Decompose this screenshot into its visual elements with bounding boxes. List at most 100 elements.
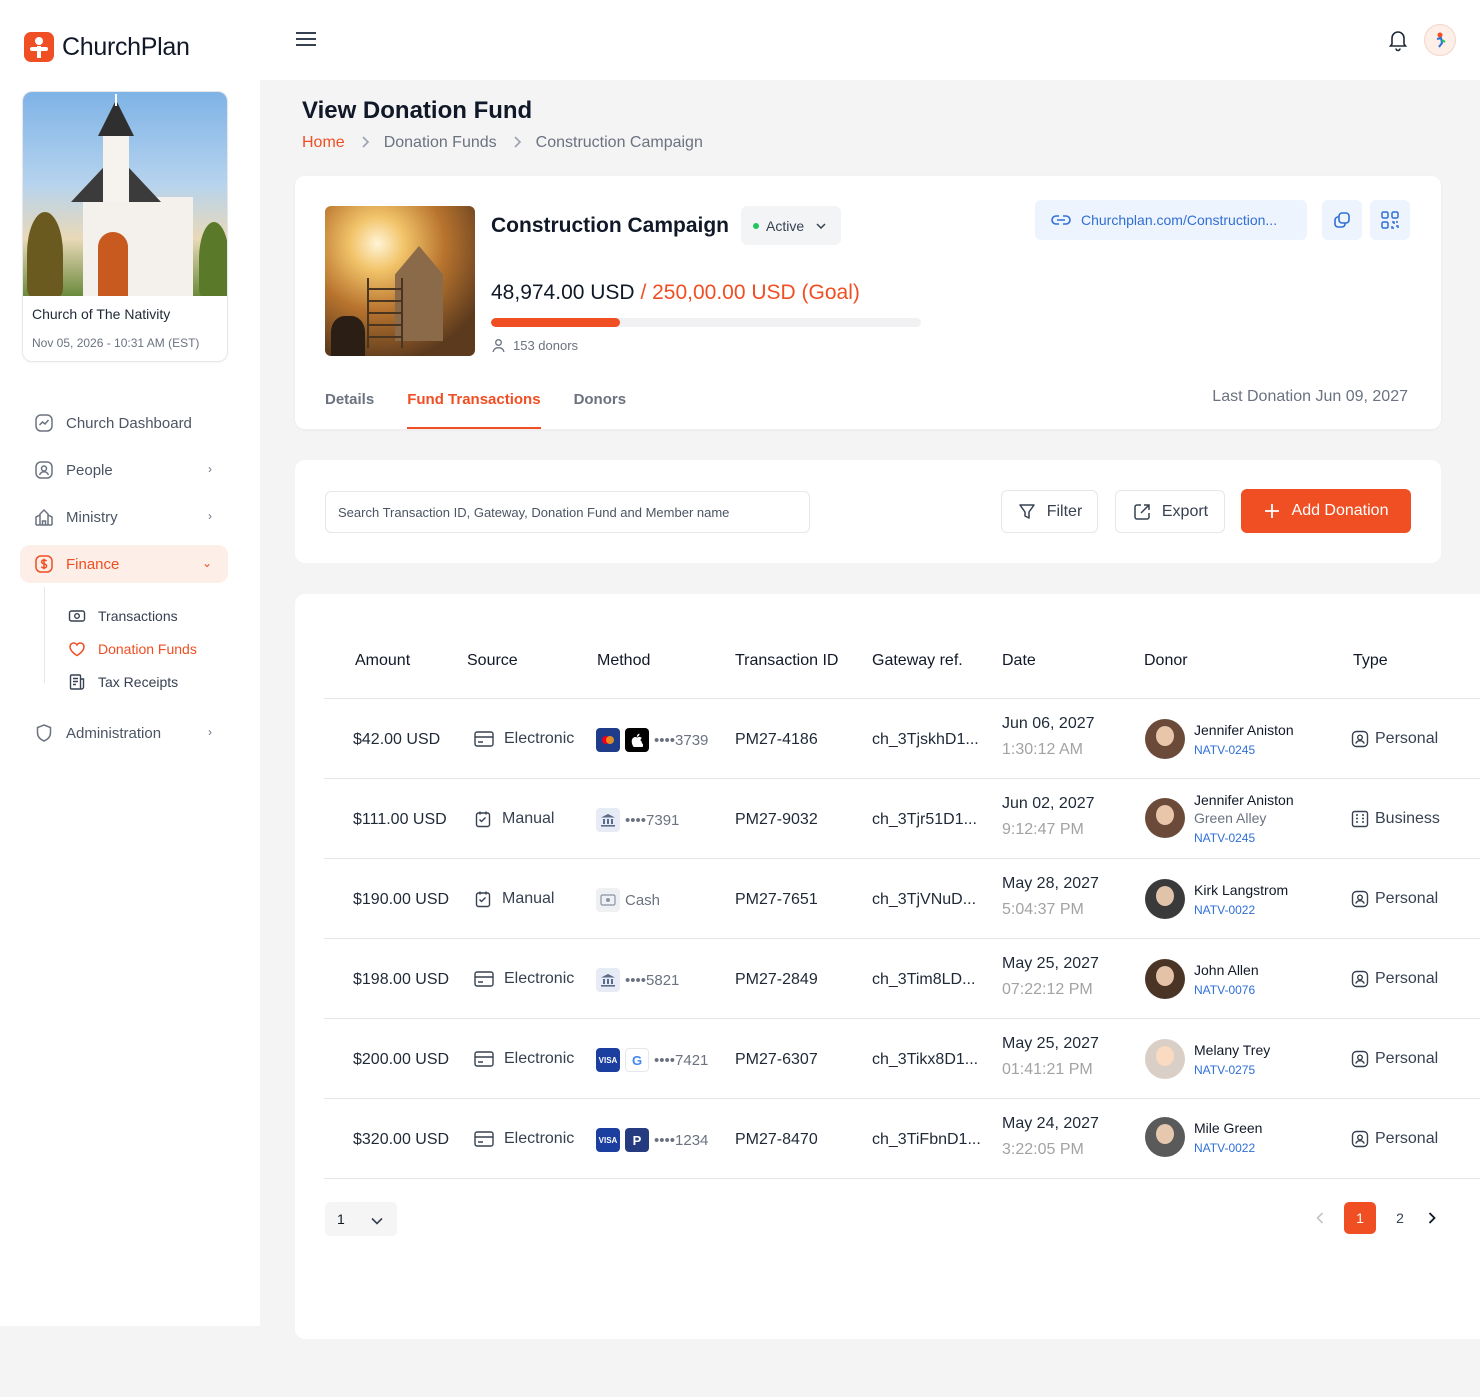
fund-name: Construction Campaign: [491, 214, 730, 237]
bell-icon[interactable]: [1385, 27, 1411, 53]
clipboard-icon: [475, 811, 491, 828]
tab-details[interactable]: Details: [325, 378, 374, 429]
sidebar-nav: Church Dashboard People › Ministry › Fin…: [20, 404, 228, 761]
breadcrumb: Home Donation Funds Construction Campaig…: [302, 134, 703, 152]
sidebar-item-label: Finance: [66, 555, 120, 573]
cell-date: May 24, 2027 3:22:05 PM: [1002, 1115, 1099, 1159]
sidebar-subitem-transactions[interactable]: Transactions: [68, 599, 228, 632]
cell-date: Jun 06, 2027 1:30:12 AM: [1002, 715, 1095, 759]
donor-id[interactable]: NATV-0022: [1194, 903, 1288, 917]
amount-goal: / 250,00.00 USD (Goal): [640, 281, 860, 304]
sidebar-item-people[interactable]: People ›: [20, 451, 228, 489]
bank-icon: [596, 808, 620, 832]
credit-card-icon: [474, 1051, 494, 1067]
column-header-transaction-id[interactable]: Transaction ID: [735, 652, 838, 670]
time-label: 5:04:37 PM: [1002, 901, 1084, 918]
status-dropdown[interactable]: Active: [741, 206, 841, 245]
rows-per-page-select[interactable]: 1: [325, 1202, 397, 1236]
sidebar-subitem-tax-receipts[interactable]: Tax Receipts: [68, 665, 228, 698]
column-header-type[interactable]: Type: [1353, 652, 1388, 670]
sidebar-subitem-label: Tax Receipts: [98, 673, 179, 690]
cell-donor[interactable]: Mile Green NATV-0022: [1145, 1117, 1262, 1157]
table-row[interactable]: $42.00 USD Electronic ••••3739 PM27-4186…: [324, 699, 1480, 779]
previous-page-button[interactable]: [1304, 1202, 1336, 1234]
donor-id[interactable]: NATV-0076: [1194, 983, 1259, 997]
chevron-right-icon: ›: [208, 509, 212, 523]
pagination: 1 2: [1304, 1202, 1440, 1234]
filter-label: Filter: [1046, 502, 1083, 520]
chevron-down-icon: ⌄: [201, 556, 212, 570]
cell-method: Cash: [596, 888, 660, 912]
table-row[interactable]: $200.00 USD Electronic VISA G ••••7421 P…: [324, 1019, 1480, 1099]
cell-donor[interactable]: John Allen NATV-0076: [1145, 959, 1259, 999]
sidebar-subitem-label: Donation Funds: [98, 640, 197, 657]
cell-donor[interactable]: Jennifer Aniston Green Alley NATV-0245: [1145, 791, 1294, 845]
donor-id[interactable]: NATV-0245: [1194, 743, 1294, 757]
table-row[interactable]: $190.00 USD Manual Cash PM27-7651 ch_3Tj…: [324, 859, 1480, 939]
cell-source: Manual: [474, 810, 554, 828]
table-row[interactable]: $111.00 USD Manual ••••7391 PM27-9032 ch…: [324, 779, 1480, 859]
cell-donor[interactable]: Kirk Langstrom NATV-0022: [1145, 879, 1288, 919]
cell-date: May 25, 2027 07:22:12 PM: [1002, 955, 1099, 999]
chevron-right-icon: [361, 135, 370, 152]
donor-id[interactable]: NATV-0022: [1194, 1141, 1262, 1155]
sidebar-item-administration[interactable]: Administration ›: [20, 714, 228, 752]
last-donation: Last Donation Jun 09, 2027: [1212, 388, 1408, 405]
amount-raised: 48,974.00 USD: [491, 281, 635, 304]
copy-link-button[interactable]: [1322, 200, 1362, 240]
cell-transaction-id[interactable]: PM27-6307: [735, 1051, 818, 1069]
donor-id[interactable]: NATV-0275: [1194, 1063, 1270, 1077]
donor-id[interactable]: NATV-0245: [1194, 831, 1294, 845]
column-header-gateway-ref[interactable]: Gateway ref.: [872, 652, 963, 670]
cell-gateway-ref: ch_3TiFbnD1...: [872, 1131, 981, 1148]
method-label: Cash: [625, 891, 661, 909]
table-row[interactable]: $320.00 USD Electronic VISA P ••••1234 P…: [324, 1099, 1480, 1179]
visa-icon: VISA: [596, 1128, 620, 1152]
cell-donor[interactable]: Jennifer Aniston NATV-0245: [1145, 719, 1294, 759]
column-header-donor[interactable]: Donor: [1144, 652, 1188, 670]
cell-transaction-id[interactable]: PM27-4186: [735, 731, 818, 749]
page-button[interactable]: 2: [1384, 1202, 1416, 1234]
cell-transaction-id[interactable]: PM27-2849: [735, 971, 818, 989]
search-input[interactable]: [325, 491, 810, 533]
sidebar-item-finance[interactable]: Finance ⌄: [20, 545, 228, 583]
tab-fund-transactions[interactable]: Fund Transactions: [407, 378, 541, 429]
cell-source: Electronic: [474, 730, 574, 748]
add-donation-button[interactable]: Add Donation: [1241, 489, 1411, 533]
next-page-button[interactable]: [1424, 1202, 1440, 1234]
export-button[interactable]: Export: [1115, 490, 1225, 533]
column-header-source[interactable]: Source: [467, 652, 518, 670]
column-header-date[interactable]: Date: [1002, 652, 1036, 670]
user-badge-icon: [1351, 1130, 1369, 1148]
church-card[interactable]: Church of The Nativity Nov 05, 2026 - 10…: [22, 91, 228, 362]
sidebar-item-ministry[interactable]: Ministry ›: [20, 498, 228, 536]
cell-amount: $42.00 USD: [353, 731, 441, 748]
building-icon: [1351, 810, 1369, 828]
cell-transaction-id[interactable]: PM27-9032: [735, 811, 818, 829]
column-header-amount[interactable]: Amount: [355, 652, 410, 670]
user-badge-icon: [1351, 970, 1369, 988]
filter-button[interactable]: Filter: [1001, 490, 1098, 533]
user-icon: [492, 339, 505, 353]
sidebar-item-church-dashboard[interactable]: Church Dashboard: [20, 404, 228, 442]
user-avatar[interactable]: [1424, 24, 1456, 56]
tab-donors[interactable]: Donors: [574, 378, 627, 429]
breadcrumb-home[interactable]: Home: [302, 134, 345, 152]
breadcrumb-donation-funds[interactable]: Donation Funds: [384, 134, 497, 152]
table-row[interactable]: $198.00 USD Electronic ••••5821 PM27-284…: [324, 939, 1480, 1019]
menu-icon[interactable]: [296, 32, 316, 48]
fund-link-button[interactable]: Churchplan.com/Construction...: [1035, 200, 1307, 240]
receipt-icon: [68, 673, 86, 691]
qr-code-button[interactable]: [1370, 200, 1410, 240]
cell-donor[interactable]: Melany Trey NATV-0275: [1145, 1039, 1270, 1079]
church-photo: [23, 92, 227, 296]
page-button[interactable]: 1: [1344, 1202, 1376, 1234]
column-header-method[interactable]: Method: [597, 652, 650, 670]
sidebar-subitem-donation-funds[interactable]: Donation Funds: [68, 632, 228, 665]
app-logo[interactable]: ChurchPlan: [24, 32, 190, 62]
cash-icon: [596, 888, 620, 912]
breadcrumb-current: Construction Campaign: [535, 134, 703, 151]
cell-type: Personal: [1351, 730, 1438, 748]
cell-transaction-id[interactable]: PM27-7651: [735, 891, 818, 909]
cell-transaction-id[interactable]: PM27-8470: [735, 1131, 818, 1149]
